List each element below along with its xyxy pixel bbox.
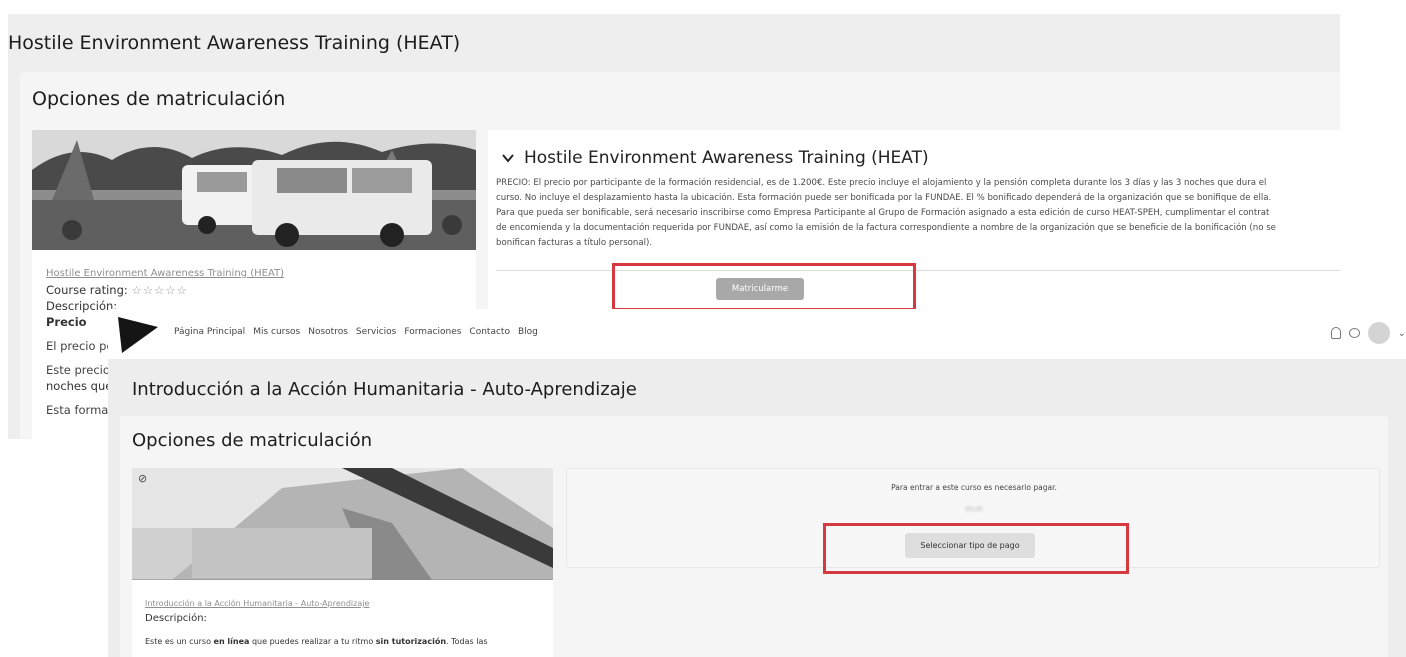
- price-text-line: bonifican facturas a título personal).: [496, 238, 653, 248]
- accordion-title: Hostile Environment Awareness Training (…: [524, 148, 929, 168]
- price-text-line: curso. No incluye el desplazamiento hast…: [496, 193, 1272, 203]
- desc-bold: sin tutorización: [375, 637, 447, 646]
- course-price: €0,00: [965, 506, 983, 513]
- accordion-body: PRECIO: El precio por participante de la…: [496, 176, 1340, 251]
- accordion-header[interactable]: Hostile Environment Awareness Training (…: [502, 148, 929, 168]
- desc-text: . Todas las: [446, 637, 488, 646]
- nav-item-home[interactable]: Página Principal: [174, 327, 245, 337]
- enrolment-options-heading: Opciones de matriculación: [32, 88, 286, 110]
- payment-required-note: Para entrar a este curso es necesario pa…: [891, 483, 1057, 492]
- page-title: Hostile Environment Awareness Training (…: [8, 32, 461, 54]
- highlight-box-enrol: [612, 263, 916, 311]
- user-toolbar: ⌄: [1330, 322, 1406, 344]
- avatar[interactable]: [1367, 322, 1390, 344]
- course-link[interactable]: Introducción a la Acción Humanitaria - A…: [145, 596, 488, 611]
- link-icon: ⊘: [138, 472, 148, 485]
- composite-screenshot: Hostile Environment Awareness Training (…: [0, 0, 1406, 657]
- nav-item-blog[interactable]: Blog: [518, 327, 538, 337]
- course-rating: Course rating: ☆☆☆☆☆: [46, 282, 284, 298]
- top-navbar: Página Principal Mis cursos Nosotros Ser…: [108, 309, 1406, 359]
- nav-item-trainings[interactable]: Formaciones: [404, 327, 461, 337]
- site-logo[interactable]: [116, 315, 160, 355]
- price-text-line: Para que pueda ser bonificable, será nec…: [496, 208, 1270, 218]
- rating-stars: ☆☆☆☆☆: [131, 283, 188, 297]
- chevron-down-icon[interactable]: ⌄: [1398, 328, 1406, 339]
- course-summary-box: ⊘ Introducción a la Acción Humanitaria -…: [132, 468, 553, 657]
- enrolment-options-heading: Opciones de matriculación: [132, 430, 372, 451]
- rating-label: Course rating:: [46, 283, 128, 297]
- chat-icon[interactable]: [1348, 328, 1360, 338]
- course-image: [32, 130, 476, 250]
- enrolment-options-card: Opciones de matriculación ⊘ Introducción…: [120, 416, 1388, 657]
- price-text-line: de encomienda y la documentación requeri…: [496, 223, 1276, 233]
- course-link[interactable]: Hostile Environment Awareness Training (…: [46, 266, 284, 282]
- price-text-line: PRECIO: El precio por participante de la…: [496, 178, 1267, 188]
- desc-text: Este es un curso: [145, 637, 214, 646]
- main-nav: Página Principal Mis cursos Nosotros Ser…: [174, 327, 538, 337]
- highlight-box-payment: [823, 523, 1129, 574]
- nav-item-services[interactable]: Servicios: [356, 327, 396, 337]
- desc-bold: en línea: [213, 637, 250, 646]
- course-image: ⊘: [132, 468, 553, 580]
- humanitarian-course-page: Página Principal Mis cursos Nosotros Ser…: [108, 309, 1406, 657]
- page-title: Introducción a la Acción Humanitaria - A…: [132, 379, 637, 400]
- chevron-down-icon: [502, 154, 514, 163]
- description-label: Descripción:: [145, 613, 207, 624]
- bell-icon[interactable]: [1330, 327, 1341, 339]
- nav-item-about[interactable]: Nosotros: [308, 327, 348, 337]
- course-summary-text: Introducción a la Acción Humanitaria - A…: [145, 596, 488, 649]
- nav-item-contact[interactable]: Contacto: [469, 327, 510, 337]
- nav-item-my-courses[interactable]: Mis cursos: [253, 327, 300, 337]
- desc-text: que puedes realizar a tu ritmo: [249, 637, 376, 646]
- description-text: Este es un curso en línea que puedes rea…: [145, 634, 488, 649]
